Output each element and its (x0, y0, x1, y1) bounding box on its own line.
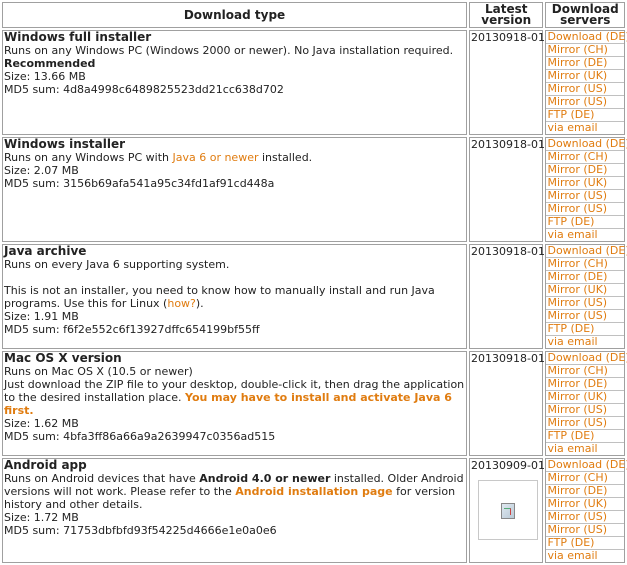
description-text: Runs on any Windows PC (Windows 2000 or … (4, 44, 454, 57)
recommended-label: Recommended (4, 57, 96, 70)
download-row-windows-full: Windows full installer Runs on any Windo… (2, 30, 627, 135)
server-link-email[interactable]: via email (546, 229, 624, 241)
download-row-windows: Windows installer Runs on any Windows PC… (2, 137, 627, 242)
md5-text: MD5 sum: 4d8a4998c6489825523dd21cc638d70… (4, 83, 284, 96)
header-row: Download type Latest version Download se… (2, 2, 625, 28)
download-title: Java archive (4, 244, 87, 258)
description-text: Runs on every Java 6 supporting system. (4, 258, 230, 271)
download-type-cell: Mac OS X version Runs on Mac OS X (10.5 … (2, 351, 467, 456)
download-description: Just download the ZIP file to your deskt… (4, 378, 465, 417)
server-link-email[interactable]: via email (546, 336, 624, 348)
md5-text: MD5 sum: 3156b69afa541a95c34fd1af91cd448… (4, 177, 275, 190)
description-text: Runs on Android devices that have (4, 472, 200, 485)
how-link[interactable]: how? (167, 297, 196, 310)
size-text: Size: 1.72 MB (4, 511, 79, 524)
servers-cell: Download (DE) Mirror (CH) Mirror (DE) Mi… (545, 30, 627, 135)
md5-text: MD5 sum: 71753dbfbfd93f54225d4666e1e0a0e… (4, 524, 277, 537)
server-link-email[interactable]: via email (546, 122, 624, 134)
download-title: Mac OS X version (4, 351, 122, 365)
version-cell: 20130918-01 (469, 244, 545, 349)
download-row-mac: Mac OS X version Runs on Mac OS X (10.5 … (2, 351, 627, 456)
server-link-email[interactable]: via email (546, 443, 624, 455)
md5-text: MD5 sum: 4bfa3ff86a66a9a2639947c0356ad51… (4, 430, 276, 443)
servers-cell: Download (DE) Mirror (CH) Mirror (DE) Mi… (545, 244, 627, 349)
download-title: Windows full installer (4, 30, 152, 44)
java-link[interactable]: Java 6 or newer (172, 151, 258, 164)
size-text: Size: 1.62 MB (4, 417, 79, 430)
download-row-java-archive: Java archive Runs on every Java 6 suppor… (2, 244, 627, 349)
servers-cell: Download (DE) Mirror (CH) Mirror (DE) Mi… (545, 137, 627, 242)
description-text: ). (195, 297, 204, 310)
servers-cell: Download (DE) Mirror (CH) Mirror (DE) Mi… (545, 458, 627, 563)
download-type-cell: Windows full installer Runs on any Windo… (2, 30, 467, 135)
download-description: This is not an installer, you need to kn… (4, 284, 465, 310)
downloads-table: Download type Latest version Download se… (0, 0, 627, 565)
header-download-servers: Download servers (545, 2, 625, 28)
server-link-email[interactable]: via email (546, 550, 624, 562)
android-version-text: Android 4.0 or newer (199, 472, 331, 485)
broken-image-icon (501, 503, 515, 519)
download-description: Runs on any Windows PC (Windows 2000 or … (4, 44, 465, 70)
version-cell: 20130918-01 (469, 30, 545, 135)
version-text: 20130909-01 (471, 459, 545, 472)
download-type-cell: Android app Runs on Android devices that… (2, 458, 467, 563)
android-installation-link[interactable]: Android installation page (235, 485, 392, 498)
version-cell: 20130909-01 (469, 458, 545, 563)
description-text: Runs on any Windows PC with (4, 151, 173, 164)
header-download-type: Download type (2, 2, 467, 28)
download-title: Android app (4, 458, 87, 472)
description-text: Runs on Mac OS X (10.5 or newer) (4, 365, 193, 378)
download-description: Runs on Android devices that have Androi… (4, 472, 465, 511)
download-type-cell: Windows installer Runs on any Windows PC… (2, 137, 467, 242)
description-text: installed. (258, 151, 313, 164)
version-cell: 20130918-01 (469, 137, 545, 242)
header-latest-version: Latest version (469, 2, 544, 28)
description-text: This is not an installer, you need to kn… (4, 284, 435, 310)
download-title: Windows installer (4, 137, 126, 151)
download-description: Runs on any Windows PC with Java 6 or ne… (4, 151, 465, 164)
version-cell: 20130918-01 (469, 351, 545, 456)
size-text: Size: 2.07 MB (4, 164, 79, 177)
size-text: Size: 1.91 MB (4, 310, 79, 323)
qr-code-image (478, 480, 538, 540)
md5-text: MD5 sum: f6f2e552c6f13927dffc654199bf55f… (4, 323, 260, 336)
size-text: Size: 13.66 MB (4, 70, 86, 83)
download-type-cell: Java archive Runs on every Java 6 suppor… (2, 244, 467, 349)
servers-cell: Download (DE) Mirror (CH) Mirror (DE) Mi… (545, 351, 627, 456)
download-row-android: Android app Runs on Android devices that… (2, 458, 627, 563)
